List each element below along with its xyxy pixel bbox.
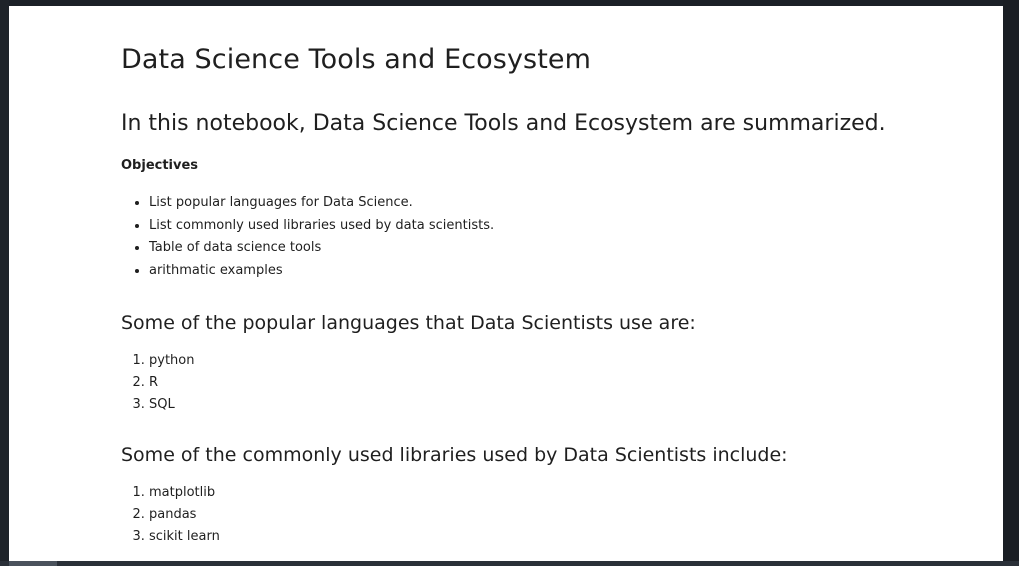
notebook-page: Data Science Tools and Ecosystem In this…	[9, 6, 1003, 561]
languages-list-item: R	[149, 372, 194, 394]
taskbar-item[interactable]	[9, 561, 57, 566]
libraries-list-item: matplotlib	[149, 482, 220, 504]
libraries-list-item: pandas	[149, 504, 220, 526]
notebook-intro: In this notebook, Data Science Tools and…	[121, 111, 886, 136]
languages-list: python R SQL	[121, 350, 194, 417]
window-frame-right	[1003, 0, 1019, 566]
window-frame-bottom	[0, 561, 1019, 566]
languages-heading: Some of the popular languages that Data …	[121, 312, 696, 334]
window-frame-left	[0, 0, 9, 566]
objectives-list-item: List commonly used libraries used by dat…	[149, 215, 494, 238]
languages-list-item: python	[149, 350, 194, 372]
objectives-list-item: Table of data science tools	[149, 237, 494, 260]
objectives-heading: Objectives	[121, 158, 199, 173]
objectives-list-item: arithmatic examples	[149, 260, 494, 283]
objectives-list: List popular languages for Data Science.…	[121, 192, 494, 283]
libraries-list-item: scikit learn	[149, 526, 220, 548]
libraries-list: matplotlib pandas scikit learn	[121, 482, 220, 549]
libraries-heading: Some of the commonly used libraries used…	[121, 444, 788, 466]
languages-list-item: SQL	[149, 394, 194, 416]
notebook-title: Data Science Tools and Ecosystem	[121, 44, 592, 75]
objectives-list-item: List popular languages for Data Science.	[149, 192, 494, 215]
